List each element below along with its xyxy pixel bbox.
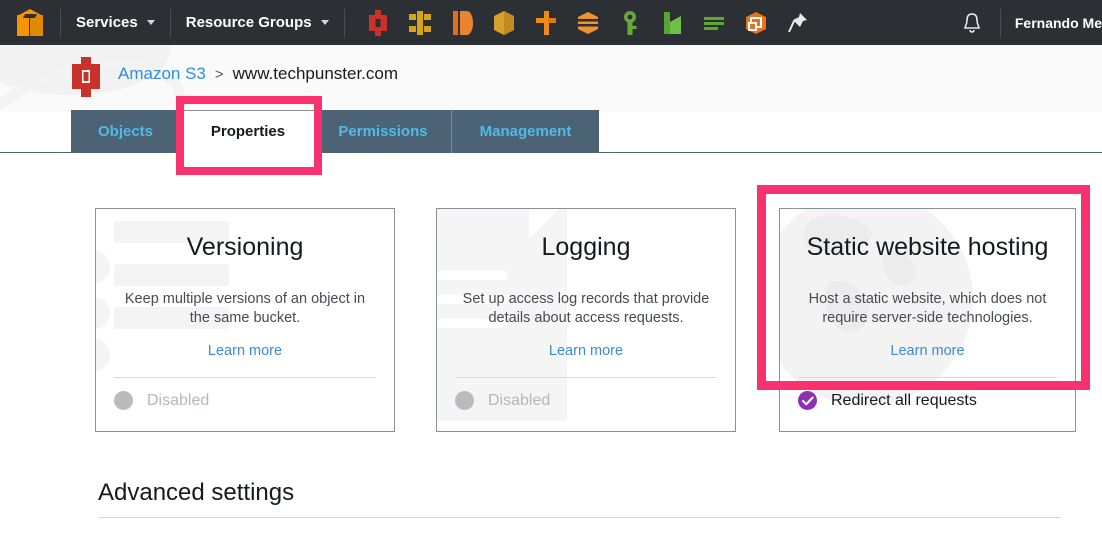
service-shortcuts	[357, 0, 819, 45]
aws-cube-logo[interactable]	[0, 0, 60, 45]
breadcrumb-link-amazon-s3[interactable]: Amazon S3	[118, 64, 206, 84]
pin-shortcut-icon[interactable]	[777, 0, 819, 45]
card-versioning-title: Versioning	[186, 233, 304, 261]
services-menu-label: Services	[76, 14, 138, 31]
card-logging-learn-more-link[interactable]: Learn more	[437, 343, 735, 359]
card-logging-status: Disabled	[455, 391, 550, 410]
advanced-settings-heading: Advanced settings	[98, 479, 295, 506]
ec2-shortcut-icon[interactable]	[567, 0, 609, 45]
card-versioning-status-label: Disabled	[147, 391, 210, 409]
tab-bar: Objects Properties Permissions Managemen…	[0, 110, 1102, 153]
tab-management-label: Management	[479, 123, 572, 140]
route53-shortcut-icon[interactable]	[525, 0, 567, 45]
properties-tab-highlight-annotation	[176, 96, 322, 175]
card-static-website-hosting-status-label: Redirect all requests	[831, 391, 977, 409]
dynamodb-shortcut-icon[interactable]	[441, 0, 483, 45]
tab-permissions[interactable]: Permissions	[315, 110, 452, 153]
cloudwatch-shortcut-icon[interactable]	[651, 0, 693, 45]
breadcrumb-current-bucket: www.techpunster.com	[232, 64, 399, 83]
card-versioning-learn-more-link[interactable]: Learn more	[96, 343, 394, 359]
card-divider	[455, 377, 717, 378]
nav-divider	[343, 8, 345, 37]
elastic-beanstalk-shortcut-icon[interactable]	[399, 0, 441, 45]
nav-right-group: Fernando Me	[944, 0, 1102, 45]
status-dot-disabled-icon	[114, 391, 133, 410]
iam-shortcut-icon[interactable]	[609, 0, 651, 45]
card-logging-status-label: Disabled	[488, 391, 551, 409]
tab-objects-label: Objects	[97, 123, 154, 140]
breadcrumb: Amazon S3 > www.techpunster.com	[118, 64, 398, 84]
tab-management[interactable]: Management	[452, 110, 599, 153]
card-static-website-hosting-status: Redirect all requests	[798, 391, 977, 410]
static-website-hosting-highlight-annotation	[757, 185, 1090, 390]
status-check-enabled-icon	[798, 391, 817, 410]
s3-shortcut-icon[interactable]	[357, 0, 399, 45]
notifications-bell-icon[interactable]	[944, 12, 1000, 34]
resource-groups-menu-label: Resource Groups	[185, 14, 312, 31]
card-versioning[interactable]: Versioning Keep multiple versions of an …	[95, 208, 395, 432]
card-logging-description: Set up access log records that provide d…	[462, 291, 710, 326]
card-versioning-description: Keep multiple versions of an object in t…	[124, 291, 366, 326]
resource-groups-menu[interactable]: Resource Groups	[171, 0, 344, 45]
chevron-down-icon	[320, 20, 329, 25]
card-logging-title: Logging	[541, 233, 631, 261]
card-versioning-status: Disabled	[114, 391, 209, 410]
breadcrumb-separator-icon: >	[214, 65, 224, 83]
chevron-down-icon	[146, 20, 155, 25]
vpc-shortcut-icon[interactable]	[693, 0, 735, 45]
status-dot-disabled-icon	[455, 391, 474, 410]
tab-permissions-label: Permissions	[338, 123, 428, 140]
top-navigation-bar: Services Resource Groups Fernando Me	[0, 0, 1102, 45]
s3-bucket-icon	[70, 57, 102, 97]
rds-shortcut-icon[interactable]	[483, 0, 525, 45]
lambda-shortcut-icon[interactable]	[735, 0, 777, 45]
user-menu[interactable]: Fernando Me	[1001, 15, 1102, 31]
advanced-settings-divider	[98, 517, 1061, 518]
card-divider	[114, 377, 376, 378]
card-logging[interactable]: Logging Set up access log records that p…	[436, 208, 736, 432]
services-menu[interactable]: Services	[61, 0, 170, 45]
tab-objects[interactable]: Objects	[71, 110, 181, 153]
